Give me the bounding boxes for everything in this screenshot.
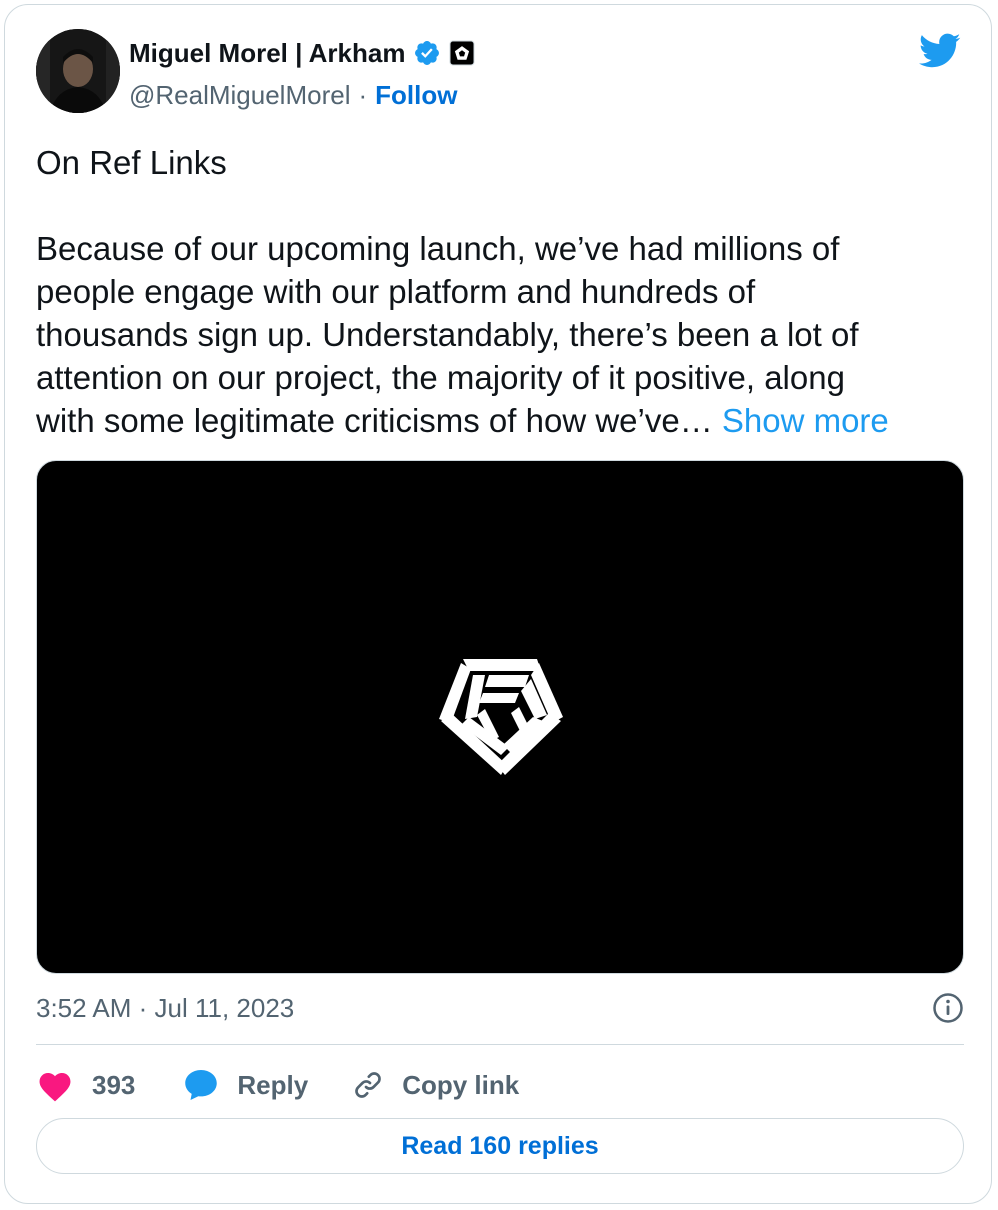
like-count: 393 <box>92 1069 136 1100</box>
tweet-body-line: thousands sign up. Understandably, there… <box>36 316 859 353</box>
tweet-body-last-line: with some legitimate criticisms of how w… <box>36 399 956 442</box>
arkham-affiliate-icon[interactable] <box>449 40 475 66</box>
avatar[interactable] <box>36 29 120 113</box>
author-name-row: Miguel Morel | Arkham <box>129 35 475 71</box>
tweet-body-line: Because of our upcoming launch, we’ve ha… <box>36 230 840 267</box>
reply-label: Reply <box>237 1069 309 1100</box>
heart-icon <box>39 1073 71 1102</box>
timestamp-row: 3:52 AM · Jul 11, 2023 <box>36 989 964 1029</box>
author-handle[interactable]: @RealMiguelMorel <box>129 80 350 111</box>
handle-row: @RealMiguelMorel · Follow <box>129 77 457 113</box>
tweet-media[interactable] <box>36 460 964 974</box>
link-icon <box>355 1072 382 1098</box>
author-name[interactable]: Miguel Morel | Arkham <box>129 38 405 69</box>
copy-link-button[interactable]: Copy link <box>352 1069 519 1101</box>
follow-button[interactable]: Follow <box>375 80 457 111</box>
verified-badge-icon <box>415 41 440 65</box>
reply-button[interactable]: Reply <box>183 1068 308 1102</box>
tweet-text: On Ref Links Because of our upcoming lau… <box>36 141 956 442</box>
read-replies-button[interactable]: Read 160 replies <box>36 1118 964 1174</box>
tweet-actions: 393 Reply Copy link <box>36 1061 519 1109</box>
tweet-body-line: people engage with our platform and hund… <box>36 273 756 310</box>
tweet-title-line: On Ref Links <box>36 144 227 181</box>
avatar-photo-icon <box>36 29 120 113</box>
arkham-logo-icon <box>439 659 563 775</box>
like-button[interactable]: 393 <box>36 1068 135 1102</box>
tweet-body-line: attention on our project, the majority o… <box>36 359 845 396</box>
show-more-link[interactable]: Show more <box>722 402 889 439</box>
separator-dot: · <box>358 79 368 110</box>
copy-link-label: Copy link <box>402 1069 520 1100</box>
tweet-card: Miguel Morel | Arkham @RealMiguelMorel ·… <box>4 4 992 1204</box>
divider <box>36 1044 964 1045</box>
speech-bubble-icon <box>185 1070 218 1100</box>
tweet-body-line: with some legitimate criticisms of how w… <box>36 402 713 439</box>
info-icon[interactable] <box>932 992 964 1024</box>
tweet-timestamp[interactable]: 3:52 AM · Jul 11, 2023 <box>36 993 294 1024</box>
twitter-bird-icon[interactable] <box>919 33 961 69</box>
